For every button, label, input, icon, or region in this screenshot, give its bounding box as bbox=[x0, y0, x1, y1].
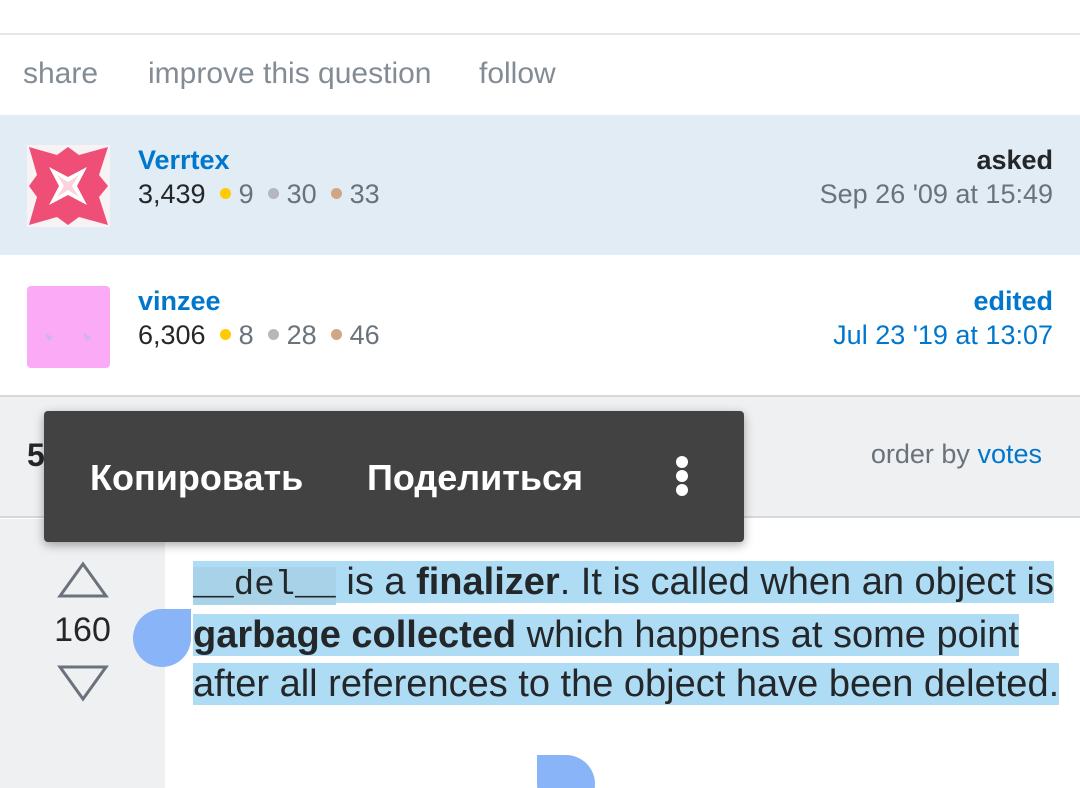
bronze-badge-count: 46 bbox=[349, 320, 380, 350]
more-vert-icon[interactable] bbox=[670, 451, 694, 501]
edited-link[interactable]: edited bbox=[973, 286, 1053, 317]
answers-count: 5 bbox=[27, 437, 45, 473]
silver-badge-count: 30 bbox=[286, 179, 317, 209]
bronze-badge-icon bbox=[330, 329, 342, 341]
reputation: 6,306 bbox=[138, 320, 206, 350]
asked-time: Sep 26 '09 at 15:49 bbox=[819, 179, 1053, 209]
answer-text[interactable]: __del__ is a finalizer. It is called whe… bbox=[193, 558, 1063, 709]
copy-menu-item[interactable]: Копировать bbox=[90, 457, 303, 499]
selected-text[interactable]: __del__ is a finalizer. It is called whe… bbox=[193, 561, 1060, 705]
user-name[interactable]: vinzee bbox=[138, 286, 221, 317]
user-reputation-line: 3,439 9 30 33 bbox=[138, 179, 380, 210]
order-by: order by votes bbox=[871, 439, 1042, 470]
upvote-arrow-icon[interactable] bbox=[57, 561, 109, 599]
user-name[interactable]: Verrtex bbox=[138, 145, 230, 176]
order-by-label: order by bbox=[870, 439, 970, 469]
bronze-badge-icon bbox=[330, 188, 342, 200]
asked-user-card: Verrtex 3,439 9 30 33 asked Sep 26 '09 at 1… bbox=[0, 115, 1080, 255]
silver-badge-icon bbox=[267, 329, 279, 341]
gold-badge-count: 8 bbox=[238, 320, 254, 350]
gold-badge-icon bbox=[219, 188, 231, 200]
answer-text-part: . It is called when an object is bbox=[559, 561, 1054, 603]
order-by-votes-link[interactable]: votes bbox=[977, 439, 1042, 469]
answer-text-part: is a bbox=[335, 561, 417, 603]
share-menu-item[interactable]: Поделиться bbox=[367, 457, 583, 499]
downvote-arrow-icon[interactable] bbox=[57, 664, 109, 702]
edited-user-card: vinzee 6,306 8 28 46 edited Jul 23 '19 at 1… bbox=[0, 256, 1080, 397]
gold-badge-icon bbox=[219, 329, 231, 341]
inline-code: __del__ bbox=[193, 567, 336, 605]
user-avatar[interactable] bbox=[27, 286, 110, 368]
asked-label: asked bbox=[976, 145, 1053, 175]
gold-badge-count: 9 bbox=[238, 179, 254, 209]
edited-time[interactable]: Jul 23 '19 at 13:07 bbox=[833, 320, 1053, 351]
reputation: 3,439 bbox=[138, 179, 206, 209]
selection-end-handle[interactable] bbox=[537, 755, 595, 788]
silver-badge-icon bbox=[267, 188, 279, 200]
user-avatar-identicon[interactable] bbox=[27, 145, 110, 227]
share-link[interactable]: share bbox=[23, 57, 98, 91]
text-selection-context-menu: Копировать Поделиться bbox=[44, 411, 744, 542]
post-actions: share improve this question follow bbox=[0, 35, 1080, 115]
selection-start-handle[interactable] bbox=[133, 609, 191, 667]
bronze-badge-count: 33 bbox=[349, 179, 380, 209]
improve-question-link[interactable]: improve this question bbox=[148, 57, 431, 91]
bold-term-garbage-collected: garbage collected bbox=[193, 614, 517, 656]
silver-badge-count: 28 bbox=[286, 320, 317, 350]
user-reputation-line: 6,306 8 28 46 bbox=[138, 320, 380, 351]
bold-term-finalizer: finalizer bbox=[416, 561, 560, 603]
follow-link[interactable]: follow bbox=[479, 57, 556, 91]
